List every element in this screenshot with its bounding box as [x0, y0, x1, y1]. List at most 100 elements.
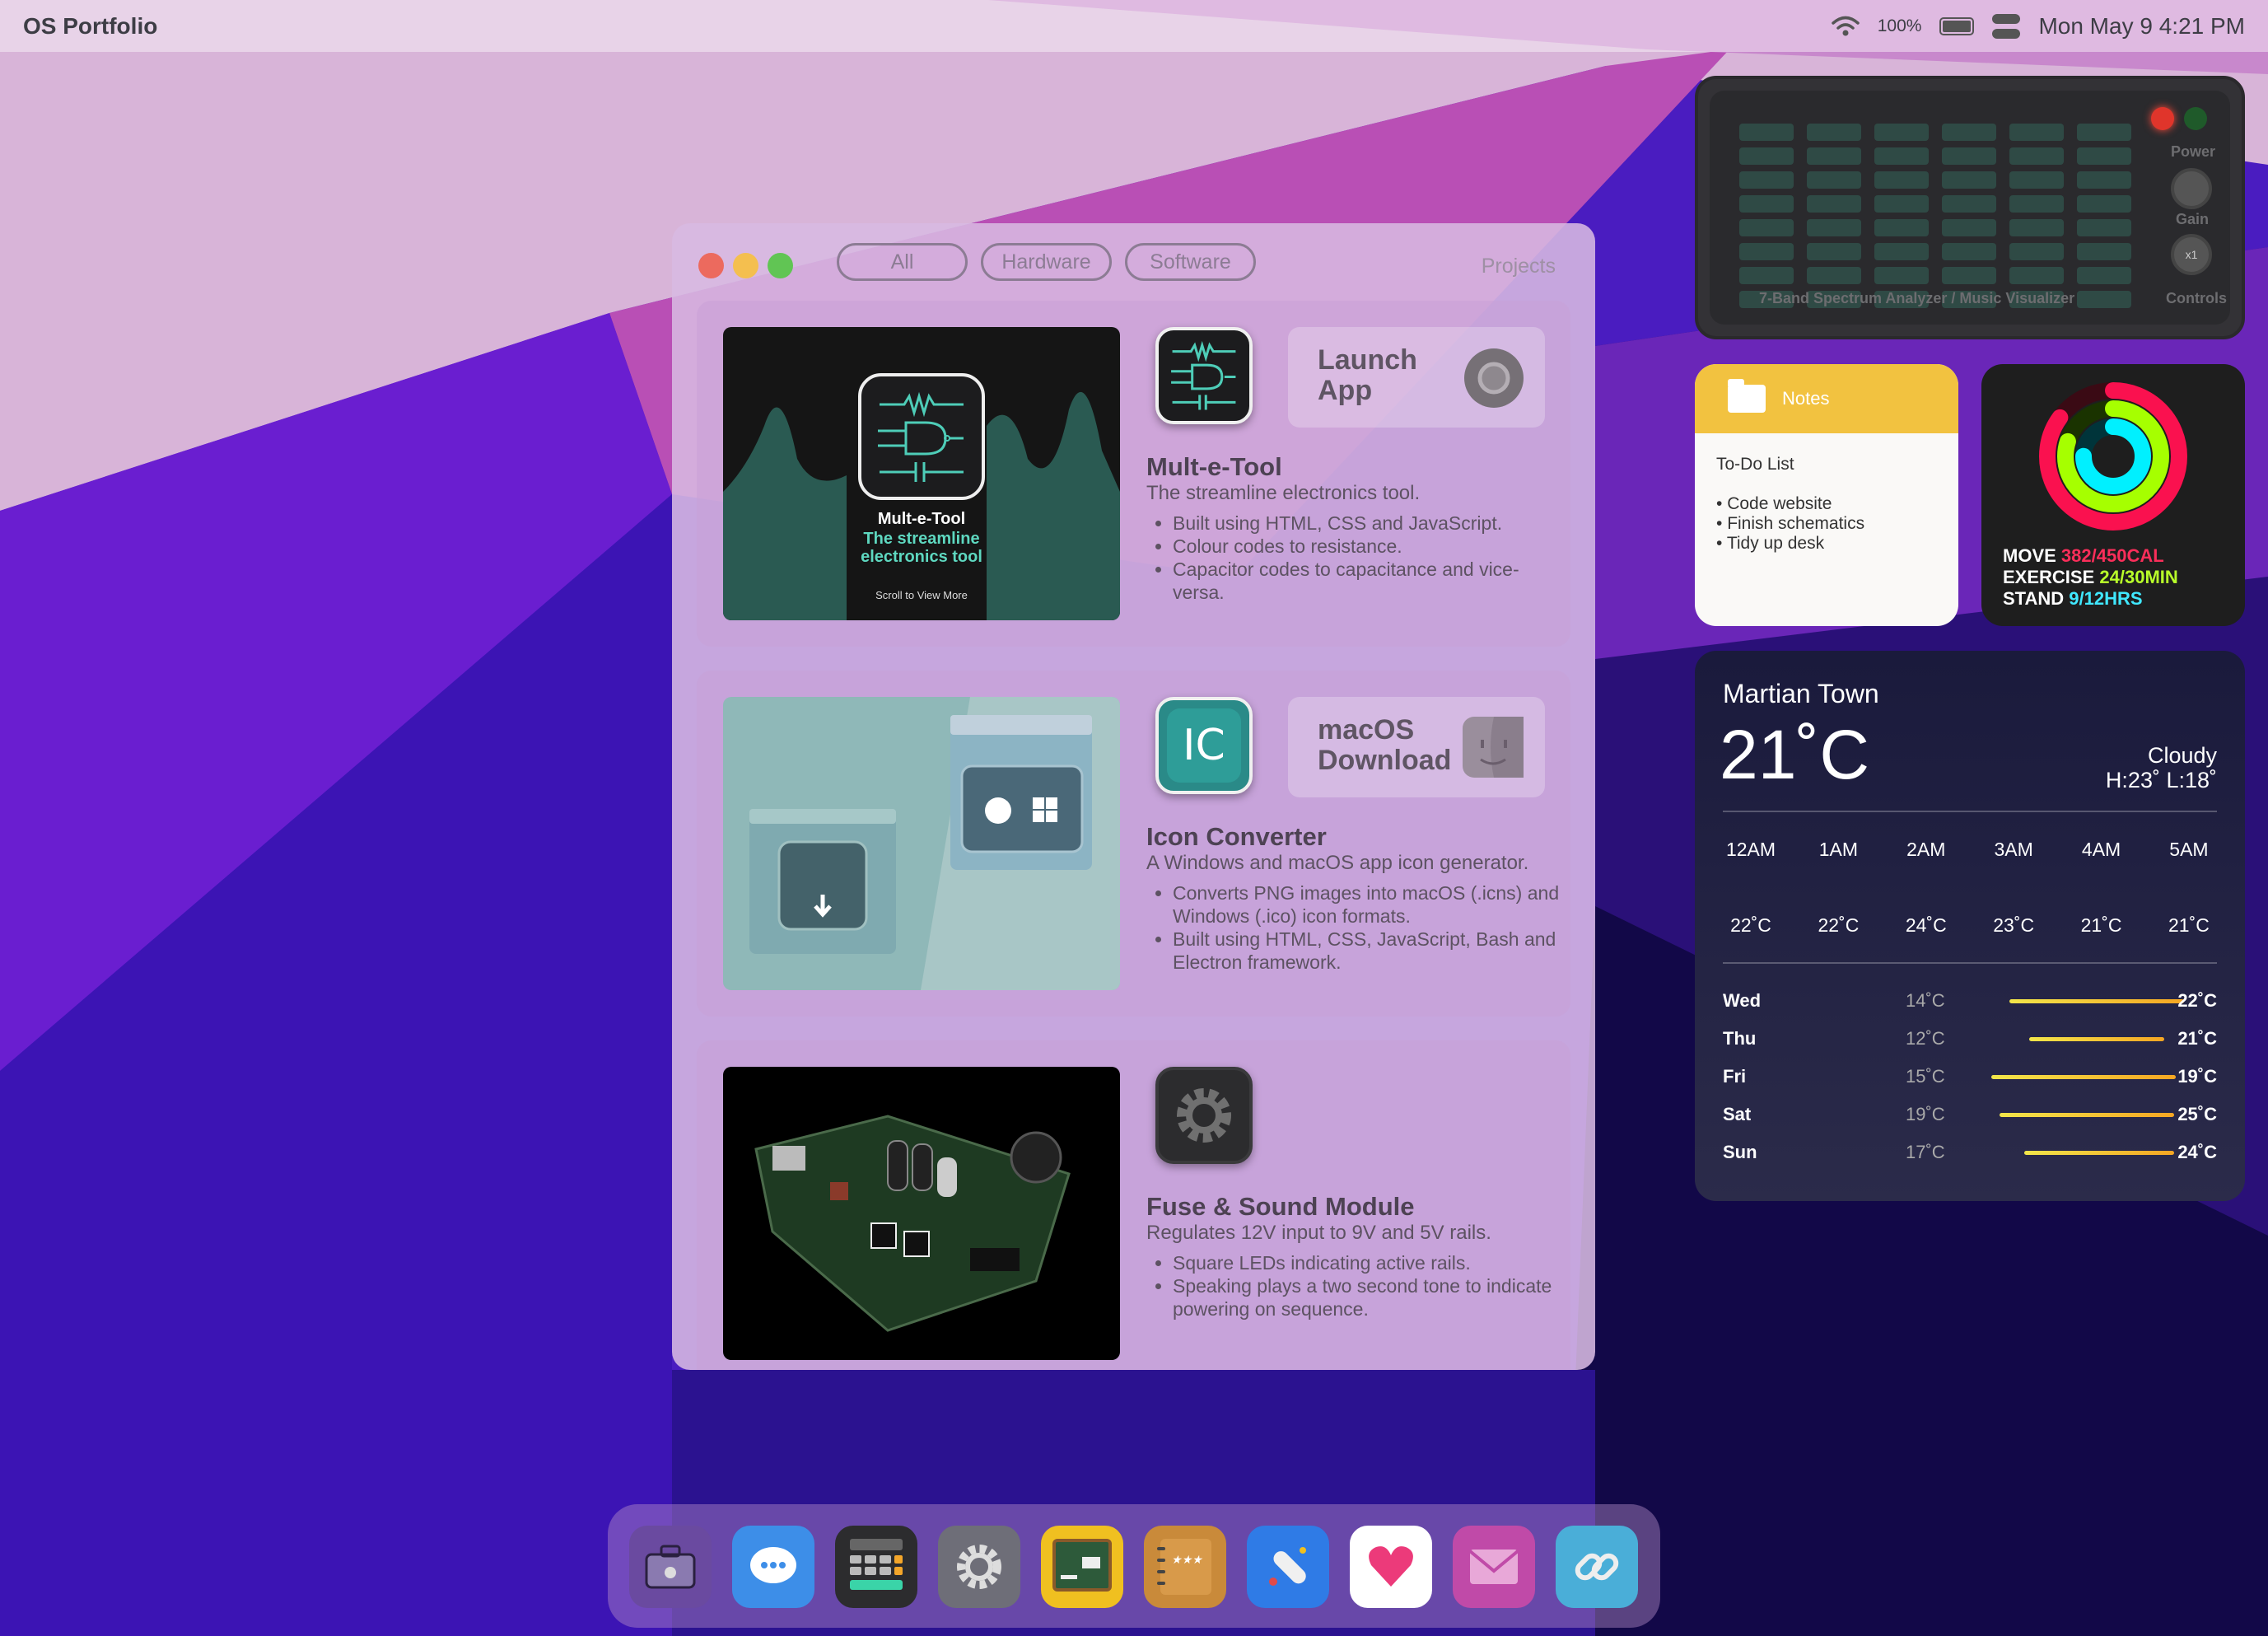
finder-icon: [1463, 717, 1524, 778]
notes-widget[interactable]: Notes To-Do List • Code website • Finish…: [1695, 364, 1958, 626]
macos-download-label: macOS Download: [1318, 714, 1452, 776]
gain-label: Gain: [2176, 211, 2210, 227]
mult-e-tool-preview-icon: [858, 373, 985, 500]
macos-download-button[interactable]: macOS Download: [1288, 697, 1545, 797]
control-center-icon[interactable]: [1992, 13, 2021, 39]
menu-bar: OS Portfolio 100% Mon May 9 4:21 PM: [0, 0, 2268, 52]
spectrum-analyzer-widget[interactable]: Power Gain x1 7-Band Spectrum Analyzer /…: [1695, 76, 2245, 339]
project-title: Fuse & Sound Module: [1146, 1192, 1415, 1221]
launch-app-button[interactable]: Launch App: [1288, 327, 1545, 428]
menu-datetime[interactable]: Mon May 9 4:21 PM: [2038, 13, 2245, 40]
folder-icon: [1728, 379, 1766, 413]
project-card-fuse-sound-module: Fuse & Sound Module Regulates 12V input …: [697, 1040, 1570, 1370]
filter-tabs: All Hardware Software: [837, 243, 1256, 281]
minimize-button[interactable]: [733, 253, 758, 278]
activity-stats: MOVE 382/450CAL EXERCISE 24/30MIN STAND …: [2003, 545, 2178, 609]
gain-multiplier-knob[interactable]: x1: [2171, 234, 2212, 275]
preview-scroll-hint: Scroll to View More: [875, 589, 968, 601]
spectrum-title: 7-Band Spectrum Analyzer / Music Visuali…: [1759, 290, 2075, 306]
forecast-row: Fri 15˚C 19˚C: [1723, 1066, 2217, 1087]
tab-software[interactable]: Software: [1125, 243, 1256, 281]
chrome-browser-icon: [1464, 348, 1524, 408]
hourly-temps: 22˚C 22˚C 24˚C 23˚C 21˚C 21˚C: [1730, 914, 2210, 936]
feature-item: Converts PNG images into macOS (.icns) a…: [1173, 881, 1560, 928]
battery-icon[interactable]: [1939, 16, 1975, 35]
project-title: Mult-e-Tool: [1146, 452, 1282, 481]
spectrum-panel: Power Gain x1 7-Band Spectrum Analyzer /…: [1710, 91, 2230, 325]
battery-percent: 100%: [1877, 16, 1922, 35]
power-label: Power: [2171, 143, 2216, 160]
project-description: A Windows and macOS app icon generator.: [1146, 852, 1529, 874]
weather-city: Martian Town: [1723, 679, 1879, 708]
hourly-times: 12AM 1AM 2AM 3AM 4AM 5AM: [1725, 839, 2209, 860]
mult-e-tool-icon: [1155, 327, 1253, 424]
feature-item: Built using HTML, CSS, JavaScript, Bash …: [1173, 928, 1560, 974]
spectrum-bars: [1739, 124, 2131, 308]
project-description: The streamline electronics tool.: [1146, 482, 1421, 504]
controls-label: Controls: [2166, 290, 2227, 306]
feature-item: Capacitor codes to capacitance and vice-…: [1173, 558, 1560, 604]
project-preview[interactable]: Mult-e-Tool The streamline electronics t…: [723, 327, 1120, 620]
window-title: Projects: [1481, 255, 1556, 278]
project-description: Regulates 12V input to 9V and 5V rails.: [1146, 1222, 1491, 1244]
diploma-icon[interactable]: [1247, 1526, 1329, 1608]
close-button[interactable]: [698, 253, 724, 278]
launch-app-label: Launch App: [1318, 344, 1417, 406]
settings-gear-icon[interactable]: [938, 1526, 1020, 1608]
project-card-icon-converter: IC macOS Download Icon Converter A Windo…: [697, 671, 1570, 1017]
power-led-red: [2151, 107, 2174, 130]
notebook-class-icon[interactable]: ★★★: [1144, 1526, 1226, 1608]
svg-text:★★★: ★★★: [1171, 1554, 1203, 1567]
icon-converter-icon: IC: [1155, 697, 1253, 794]
project-preview[interactable]: [723, 697, 1120, 990]
gear-icon: [1155, 1067, 1253, 1164]
tab-all[interactable]: All: [837, 243, 968, 281]
link-icon[interactable]: [1556, 1526, 1638, 1608]
projects-window: All Hardware Software Projects Mult-e-To…: [672, 223, 1595, 1370]
todo-item: • Code website: [1716, 494, 1832, 513]
todo-item: • Finish schematics: [1716, 514, 1865, 533]
power-led-green: [2184, 107, 2207, 130]
weather-condition: Cloudy H:23˚ L:18˚: [2105, 743, 2217, 792]
project-features: Built using HTML, CSS and JavaScript. Co…: [1173, 512, 1560, 604]
forecast-row: Thu 12˚C 21˚C: [1723, 1028, 2217, 1049]
feature-item: Built using HTML, CSS and JavaScript.: [1173, 512, 1560, 535]
preview-title: Mult-e-Tool: [877, 510, 966, 528]
dock: ★★★: [608, 1504, 1660, 1628]
notes-title: To-Do List: [1716, 455, 1794, 474]
icon-converter-screenshot: [749, 697, 1120, 990]
wifi-icon[interactable]: [1831, 16, 1860, 37]
preview-subtitle: The streamline electronics tool: [861, 530, 982, 566]
notes-body: To-Do List • Code website • Finish schem…: [1695, 433, 1958, 575]
feature-item: Square LEDs indicating active rails.: [1173, 1251, 1560, 1274]
project-card-mult-e-tool: Mult-e-Tool The streamline electronics t…: [697, 301, 1570, 647]
weather-widget[interactable]: Martian Town 21˚C Cloudy H:23˚ L:18˚ 12A…: [1695, 651, 2245, 1201]
activity-rings: [2039, 382, 2187, 531]
chalkboard-icon[interactable]: [1041, 1526, 1123, 1608]
forecast-row: Sun 17˚C 24˚C: [1723, 1142, 2217, 1162]
window-controls: [698, 253, 793, 278]
project-features: Converts PNG images into macOS (.icns) a…: [1173, 881, 1560, 974]
project-preview[interactable]: [723, 1067, 1120, 1360]
weather-temperature: 21˚C: [1720, 716, 1870, 793]
messages-icon[interactable]: [732, 1526, 814, 1608]
forecast-row: Sat 19˚C 25˚C: [1723, 1104, 2217, 1124]
tab-hardware[interactable]: Hardware: [981, 243, 1112, 281]
activity-rings-widget[interactable]: MOVE 382/450CAL EXERCISE 24/30MIN STAND …: [1981, 364, 2245, 626]
calculator-projects-icon[interactable]: [835, 1526, 917, 1608]
feature-item: Colour codes to resistance.: [1173, 535, 1560, 558]
mail-icon[interactable]: [1453, 1526, 1535, 1608]
project-title: Icon Converter: [1146, 822, 1327, 851]
circuit-board-render: [754, 1115, 1071, 1332]
briefcase-lock-icon[interactable]: [629, 1526, 712, 1608]
health-heart-icon[interactable]: [1350, 1526, 1432, 1608]
project-features: Square LEDs indicating active rails. Spe…: [1173, 1251, 1560, 1320]
zoom-button[interactable]: [768, 253, 793, 278]
gain-knob[interactable]: [2171, 168, 2212, 209]
feature-item: Speaking plays a two second tone to indi…: [1173, 1274, 1560, 1320]
todo-item: • Tidy up desk: [1716, 534, 1825, 553]
app-name[interactable]: OS Portfolio: [23, 13, 157, 40]
notes-header-label: Notes: [1782, 388, 1830, 409]
forecast-row: Wed 14˚C 22˚C: [1723, 990, 2217, 1011]
notes-header: Notes: [1695, 364, 1958, 433]
